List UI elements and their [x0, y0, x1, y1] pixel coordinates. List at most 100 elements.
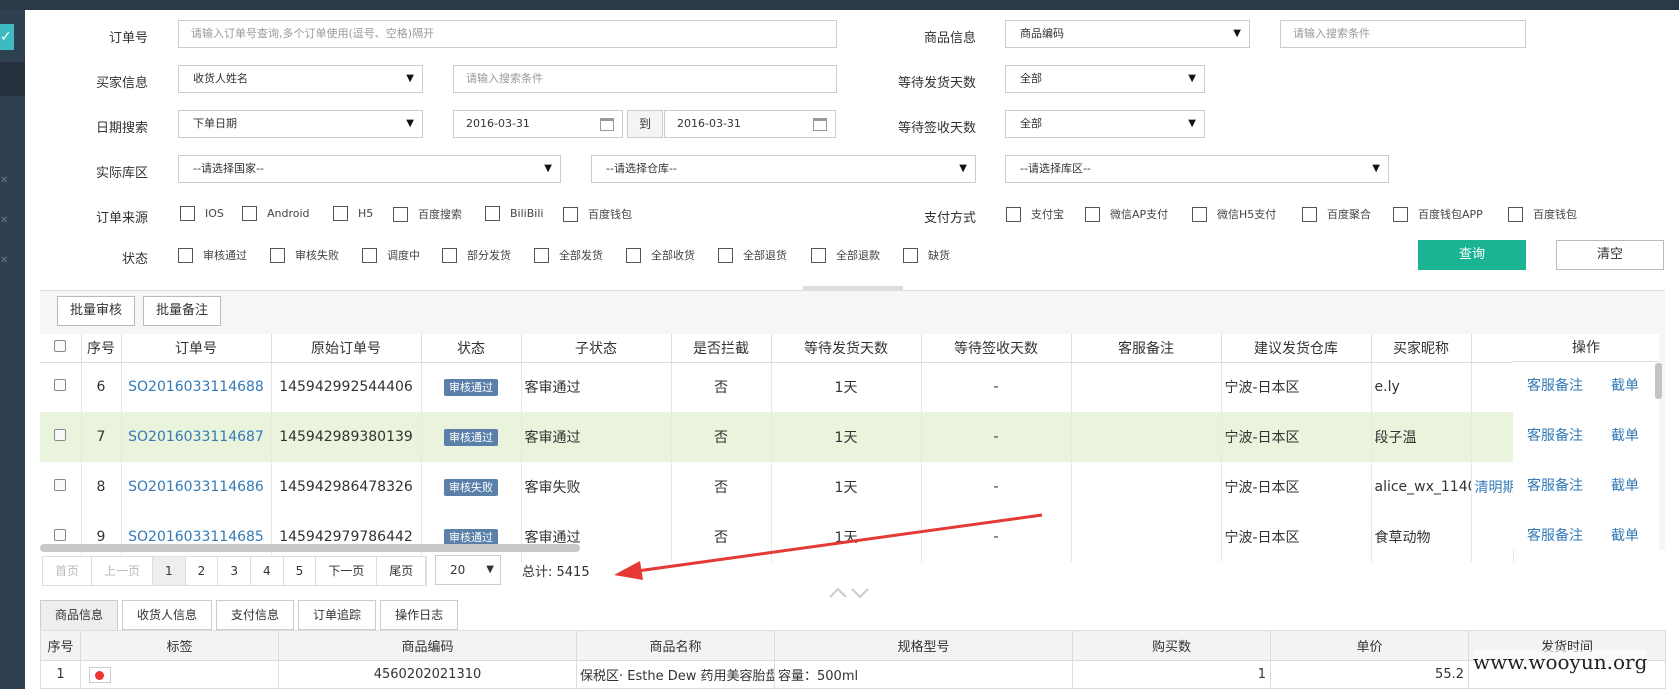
row-checkbox[interactable]	[54, 529, 67, 541]
pay-checkbox-wechat-app[interactable]: 微信AP支付	[1085, 206, 1168, 222]
sidebar-active-item[interactable]	[0, 62, 25, 96]
checkbox-box[interactable]	[903, 247, 918, 263]
order-no-input[interactable]: 请输入订单号查询,多个订单使用(逗号、空格)隔开	[178, 20, 837, 48]
row-checkbox[interactable]	[54, 479, 67, 491]
sidebar-item-icon[interactable]: ✕	[0, 255, 8, 266]
next-page-button[interactable]: 下一页	[316, 557, 378, 585]
order-link[interactable]: SO2016033114685	[121, 512, 272, 562]
pay-checkbox-wechat-h5[interactable]: 微信H5支付	[1192, 206, 1276, 222]
checkbox-box[interactable]	[1508, 206, 1523, 222]
checkbox-box[interactable]	[242, 206, 257, 221]
page-button[interactable]: 1	[153, 557, 186, 585]
source-checkbox-ios[interactable]: IOS	[180, 206, 224, 221]
area-select[interactable]: --请选择库区-- ▼	[1005, 155, 1389, 183]
expand-down-icon[interactable]	[851, 588, 869, 599]
tab-product-info[interactable]: 商品信息	[40, 600, 119, 630]
page-button[interactable]: 2	[186, 557, 219, 585]
row-select-cell[interactable]	[40, 512, 82, 562]
status-checkbox-out-of-stock[interactable]: 缺货	[903, 247, 950, 263]
prev-page-button[interactable]: 上一页	[92, 557, 154, 585]
checkbox-box[interactable]	[626, 247, 641, 263]
checkbox-box[interactable]	[1006, 206, 1021, 222]
checkbox-box[interactable]	[180, 206, 195, 221]
horizontal-scrollbar[interactable]	[40, 544, 580, 552]
order-link[interactable]: SO2016033114686	[121, 462, 272, 512]
table-row[interactable]: 6 SO2016033114688 145942992544406 审核通过 客…	[40, 362, 1514, 412]
buyer-search-input[interactable]: 请输入搜索条件	[453, 65, 837, 93]
vertical-scrollbar[interactable]	[1655, 363, 1662, 399]
pay-checkbox-baidu-wallet[interactable]: 百度钱包	[1508, 206, 1577, 222]
status-checkbox-all-returned[interactable]: 全部退货	[718, 247, 787, 263]
row-checkbox[interactable]	[54, 379, 67, 392]
tab-receiver-info[interactable]: 收货人信息	[122, 600, 213, 630]
batch-audit-button[interactable]: 批量审核	[57, 296, 136, 326]
checkbox-box[interactable]	[563, 206, 578, 222]
calendar-icon[interactable]	[600, 118, 614, 131]
batch-note-button[interactable]: 批量备注	[143, 296, 222, 326]
page-button[interactable]: 4	[251, 557, 284, 585]
row-select-cell[interactable]	[40, 412, 82, 462]
extra-cell[interactable]: 清明期	[1471, 462, 1514, 512]
tab-payment-info[interactable]: 支付信息	[216, 600, 295, 630]
pay-checkbox-alipay[interactable]: 支付宝	[1006, 206, 1064, 222]
sidebar-item-icon[interactable]: ✕	[0, 215, 8, 226]
row-select-cell[interactable]	[40, 362, 82, 412]
sidebar-item-icon[interactable]: ✕	[0, 175, 8, 186]
cut-order-link[interactable]: 截单	[1611, 475, 1639, 495]
source-checkbox-bilibili[interactable]: BiliBili	[485, 206, 543, 221]
status-checkbox-all-shipped[interactable]: 全部发货	[534, 247, 603, 263]
cut-order-link[interactable]: 截单	[1611, 375, 1639, 395]
checkbox-box[interactable]	[485, 206, 500, 221]
tab-operation-log[interactable]: 操作日志	[380, 600, 459, 630]
checkbox-box[interactable]	[333, 206, 348, 221]
pay-checkbox-baidu-agg[interactable]: 百度聚合	[1302, 206, 1371, 222]
table-row[interactable]: 7 SO2016033114687 145942989380139 审核通过 客…	[40, 412, 1514, 462]
source-checkbox-h5[interactable]: H5	[333, 206, 373, 221]
date-type-select[interactable]: 下单日期 ▼	[178, 110, 423, 138]
first-page-button[interactable]: 首页	[43, 557, 93, 585]
tab-order-tracking[interactable]: 订单追踪	[298, 600, 377, 630]
checkbox-box[interactable]	[442, 247, 457, 263]
checkbox-box[interactable]	[1192, 206, 1207, 222]
row-select-cell[interactable]	[40, 462, 82, 512]
pay-checkbox-baidu-wallet-app[interactable]: 百度钱包APP	[1393, 206, 1483, 222]
page-button[interactable]: 5	[284, 557, 317, 585]
page-size-select[interactable]: 20 ▼	[435, 555, 501, 585]
checkbox-box[interactable]	[534, 247, 549, 263]
status-checkbox-approved[interactable]: 审核通过	[178, 247, 247, 263]
wait-ship-days-select[interactable]: 全部 ▼	[1005, 65, 1205, 93]
source-checkbox-baidu-search[interactable]: 百度搜索	[393, 206, 462, 222]
collapse-up-icon[interactable]	[829, 587, 847, 598]
checkbox-box[interactable]	[718, 247, 733, 263]
cut-order-link[interactable]: 截单	[1611, 525, 1639, 545]
select-all-header[interactable]	[40, 334, 82, 363]
buyer-info-select[interactable]: 收货人姓名 ▼	[178, 65, 423, 93]
page-button[interactable]: 3	[218, 557, 251, 585]
status-checkbox-dispatching[interactable]: 调度中	[362, 247, 420, 263]
order-link[interactable]: SO2016033114687	[121, 412, 272, 462]
note-link[interactable]: 客服备注	[1527, 525, 1583, 545]
checkbox-box[interactable]	[393, 206, 408, 222]
status-checkbox-all-received[interactable]: 全部收货	[626, 247, 695, 263]
checkbox-box[interactable]	[270, 247, 285, 263]
checkbox-box[interactable]	[811, 247, 826, 263]
checkbox-box[interactable]	[1085, 206, 1100, 222]
note-link[interactable]: 客服备注	[1527, 425, 1583, 445]
date-to-input[interactable]: 2016-03-31	[664, 110, 836, 138]
date-from-input[interactable]: 2016-03-31	[453, 110, 623, 138]
checkbox-box[interactable]	[178, 247, 193, 263]
checkbox-box[interactable]	[1302, 206, 1317, 222]
checkbox-box[interactable]	[362, 247, 377, 263]
cut-order-link[interactable]: 截单	[1611, 425, 1639, 445]
status-checkbox-all-refunded[interactable]: 全部退款	[811, 247, 880, 263]
last-page-button[interactable]: 尾页	[377, 557, 427, 585]
table-row[interactable]: 1 4560202021310 保税区· Esthe Dew 药用美容胎盘 容量…	[40, 660, 1666, 689]
source-checkbox-baidu-wallet[interactable]: 百度钱包	[563, 206, 632, 222]
select-all-checkbox[interactable]	[54, 339, 67, 352]
wait-sign-days-select[interactable]: 全部 ▼	[1005, 110, 1205, 138]
product-info-select[interactable]: 商品编码 ▼	[1005, 20, 1250, 48]
menu-toggle-icon[interactable]: ✓	[0, 24, 14, 50]
table-row[interactable]: 8 SO2016033114686 145942986478326 审核失败 客…	[40, 462, 1514, 512]
row-checkbox[interactable]	[54, 429, 67, 441]
query-button[interactable]: 查询	[1418, 240, 1526, 270]
